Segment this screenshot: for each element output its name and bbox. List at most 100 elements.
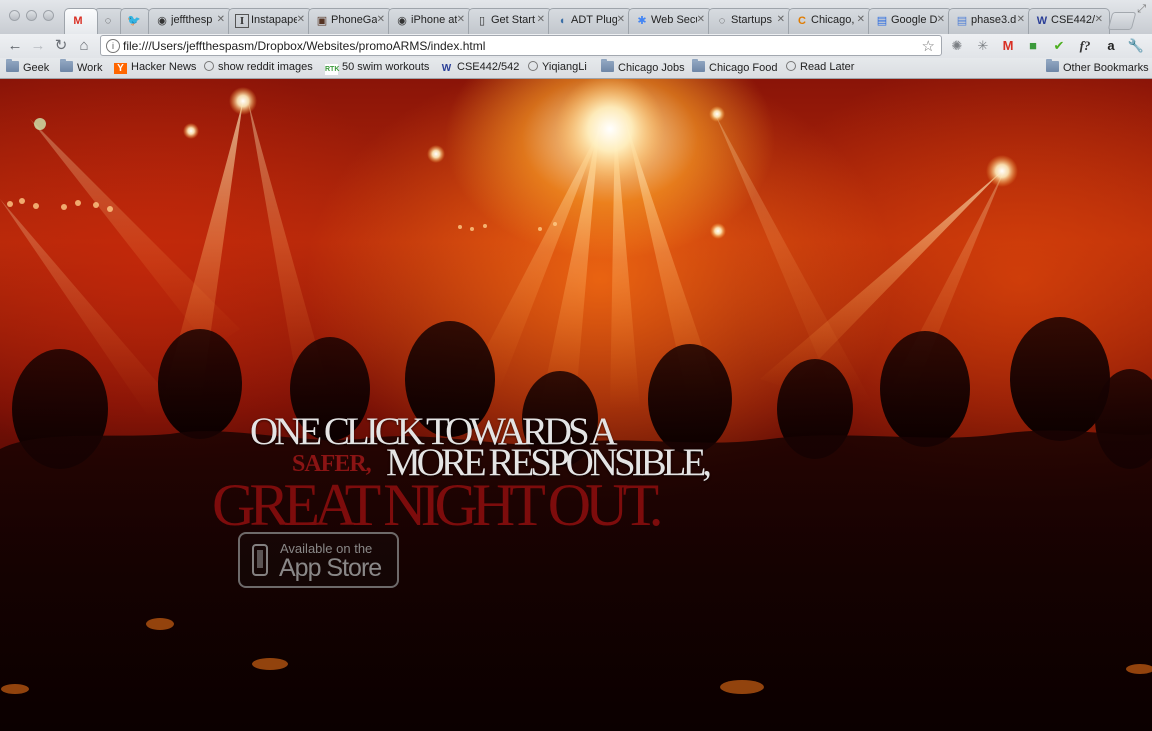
tab-label: CSE442/5 [1051,14,1095,26]
close-icon[interactable]: ✕ [457,14,465,25]
fquery-icon[interactable]: f? [1076,37,1094,55]
appstore-title: App Store [279,554,382,582]
phone-icon: ▯ [478,15,486,27]
tab-web-security[interactable]: ✱ Web Secu ✕ [628,8,712,34]
close-icon[interactable]: ✕ [377,14,385,25]
close-icon[interactable]: ✕ [777,14,785,25]
tab-cse442[interactable]: W CSE442/5 ✕ [1028,8,1110,34]
bookmark-folder-geek[interactable]: Geek [6,59,50,76]
tab-iphone[interactable]: ◉ iPhone at ✕ [388,8,472,34]
close-icon[interactable]: ✕ [697,14,705,25]
tab-label: Instapape [251,14,297,26]
zoom-window-button[interactable] [43,10,54,21]
close-icon[interactable]: ✕ [857,14,865,25]
tab-label: ADT Plug [571,14,617,26]
tab-get-started[interactable]: ▯ Get Start ✕ [468,8,552,34]
tab-google-docs[interactable]: ▤ Google D ✕ [868,8,952,34]
close-icon[interactable]: ✕ [537,14,545,25]
globe-icon [528,61,538,71]
bookmark-yiqiangli[interactable]: YiqiangLi [528,61,587,76]
close-window-button[interactable] [9,10,20,21]
back-arrow-icon[interactable]: ← [6,37,24,55]
tab-label: Chicago, [811,14,855,26]
google-docs-icon: ▤ [876,15,888,27]
close-icon[interactable]: ✕ [297,14,305,25]
tab-gmail[interactable]: M [64,8,98,34]
adt-icon: ◖ [558,15,566,27]
close-icon[interactable]: ✕ [1017,14,1025,25]
minimize-window-button[interactable] [26,10,37,21]
bookmark-folder-chicago-food[interactable]: Chicago Food [692,59,778,76]
tab-label: jeffthesp [171,14,213,26]
close-icon[interactable]: ✕ [617,14,625,25]
folder-icon [601,59,614,72]
tab-label: Google D [891,14,937,26]
iphone-icon [252,544,268,576]
bookmark-label: Hacker News [131,61,197,73]
bookmark-label: CSE442/542 [457,61,520,73]
bookmark-read-later[interactable]: Read Later [786,61,854,76]
tab-phonegap[interactable]: ▣ PhoneGa ✕ [308,8,392,34]
rtk-icon: RTK [325,64,340,75]
app-store-badge[interactable]: Available on the App Store [238,532,399,588]
check-icon[interactable]: ✔ [1050,37,1068,55]
crowd-silhouette [0,317,1152,731]
bookmark-label: Geek [23,62,50,74]
chicago-icon: C [798,15,806,27]
folder-icon [692,59,705,72]
tab-twitter[interactable]: 🐦 [120,8,150,34]
home-icon[interactable]: ⌂ [75,37,93,55]
address-bar[interactable]: i ☆ [100,35,942,56]
doc-icon: ▤ [956,15,968,27]
phonegap-icon: ▣ [316,15,328,27]
bookmark-swim-workouts[interactable]: RTK 50 swim workouts [325,61,429,76]
badge-icon[interactable]: ■ [1024,37,1042,55]
tab-instapaper[interactable]: I Instapape ✕ [228,8,312,34]
reload-icon[interactable]: ↻ [52,37,70,55]
url-input[interactable] [123,39,913,53]
github-icon: ◉ [397,15,407,27]
tab-strip: M ◌ 🐦 ◉ jeffthesp ✕ I Instapape ✕ ▣ Phon… [0,0,1152,34]
page-info-icon[interactable]: i [106,39,120,53]
tab-label: PhoneGa [331,14,377,26]
close-icon[interactable]: ✕ [1095,14,1103,25]
bookmark-hacker-news[interactable]: Y Hacker News [114,61,196,76]
folder-icon [6,59,19,72]
bookmark-folder-other[interactable]: Other Bookmarks [1046,59,1149,76]
tab-github[interactable]: ◉ jeffthesp ✕ [148,8,232,34]
globe-icon [786,61,796,71]
tab-label: Startups [731,14,772,26]
fullscreen-icon[interactable]: ⤢ [1137,3,1146,16]
bookmark-label: Other Bookmarks [1063,62,1149,74]
tab-chicago[interactable]: C Chicago, ✕ [788,8,872,34]
ycombinator-icon: Y [114,63,127,74]
tab-adt-plugin[interactable]: ◖ ADT Plug ✕ [548,8,632,34]
globe-icon [204,61,214,71]
wrench-icon[interactable]: 🔧 [1127,37,1145,55]
settings-icon[interactable]: ✺ [948,37,966,55]
gmail-icon[interactable]: M [999,37,1017,55]
instapaper-icon: I [235,14,249,28]
bookmark-folder-work[interactable]: Work [60,59,102,76]
globe-icon: ◌ [718,15,726,27]
bookmark-label: 50 swim workouts [342,61,430,73]
tab-label: phase3.d [971,14,1017,26]
close-icon[interactable]: ✕ [217,14,225,25]
bookmark-star-icon[interactable]: ☆ [922,37,935,55]
tab-startups[interactable]: ◌ Startups ✕ [708,8,792,34]
sparkle-icon[interactable]: ✳ [974,37,992,55]
bookmark-folder-chicago-jobs[interactable]: Chicago Jobs [601,59,685,76]
tab-phase3[interactable]: ▤ phase3.d ✕ [948,8,1032,34]
new-tab-button[interactable] [1107,12,1137,30]
bookmark-cse442[interactable]: W CSE442/542 [440,61,520,76]
bookmark-label: YiqiangLi [542,61,587,73]
globe-icon: ◌ [104,15,112,27]
forward-arrow-icon[interactable]: → [29,37,47,55]
close-icon[interactable]: ✕ [937,14,945,25]
google-icon: ✱ [637,15,647,27]
twitter-icon: 🐦 [127,15,141,27]
tab-label: Get Start [491,14,536,26]
amazon-icon[interactable]: a [1102,37,1120,55]
uw-icon: W [1036,15,1048,27]
bookmark-reddit-images[interactable]: show reddit images [204,61,313,76]
